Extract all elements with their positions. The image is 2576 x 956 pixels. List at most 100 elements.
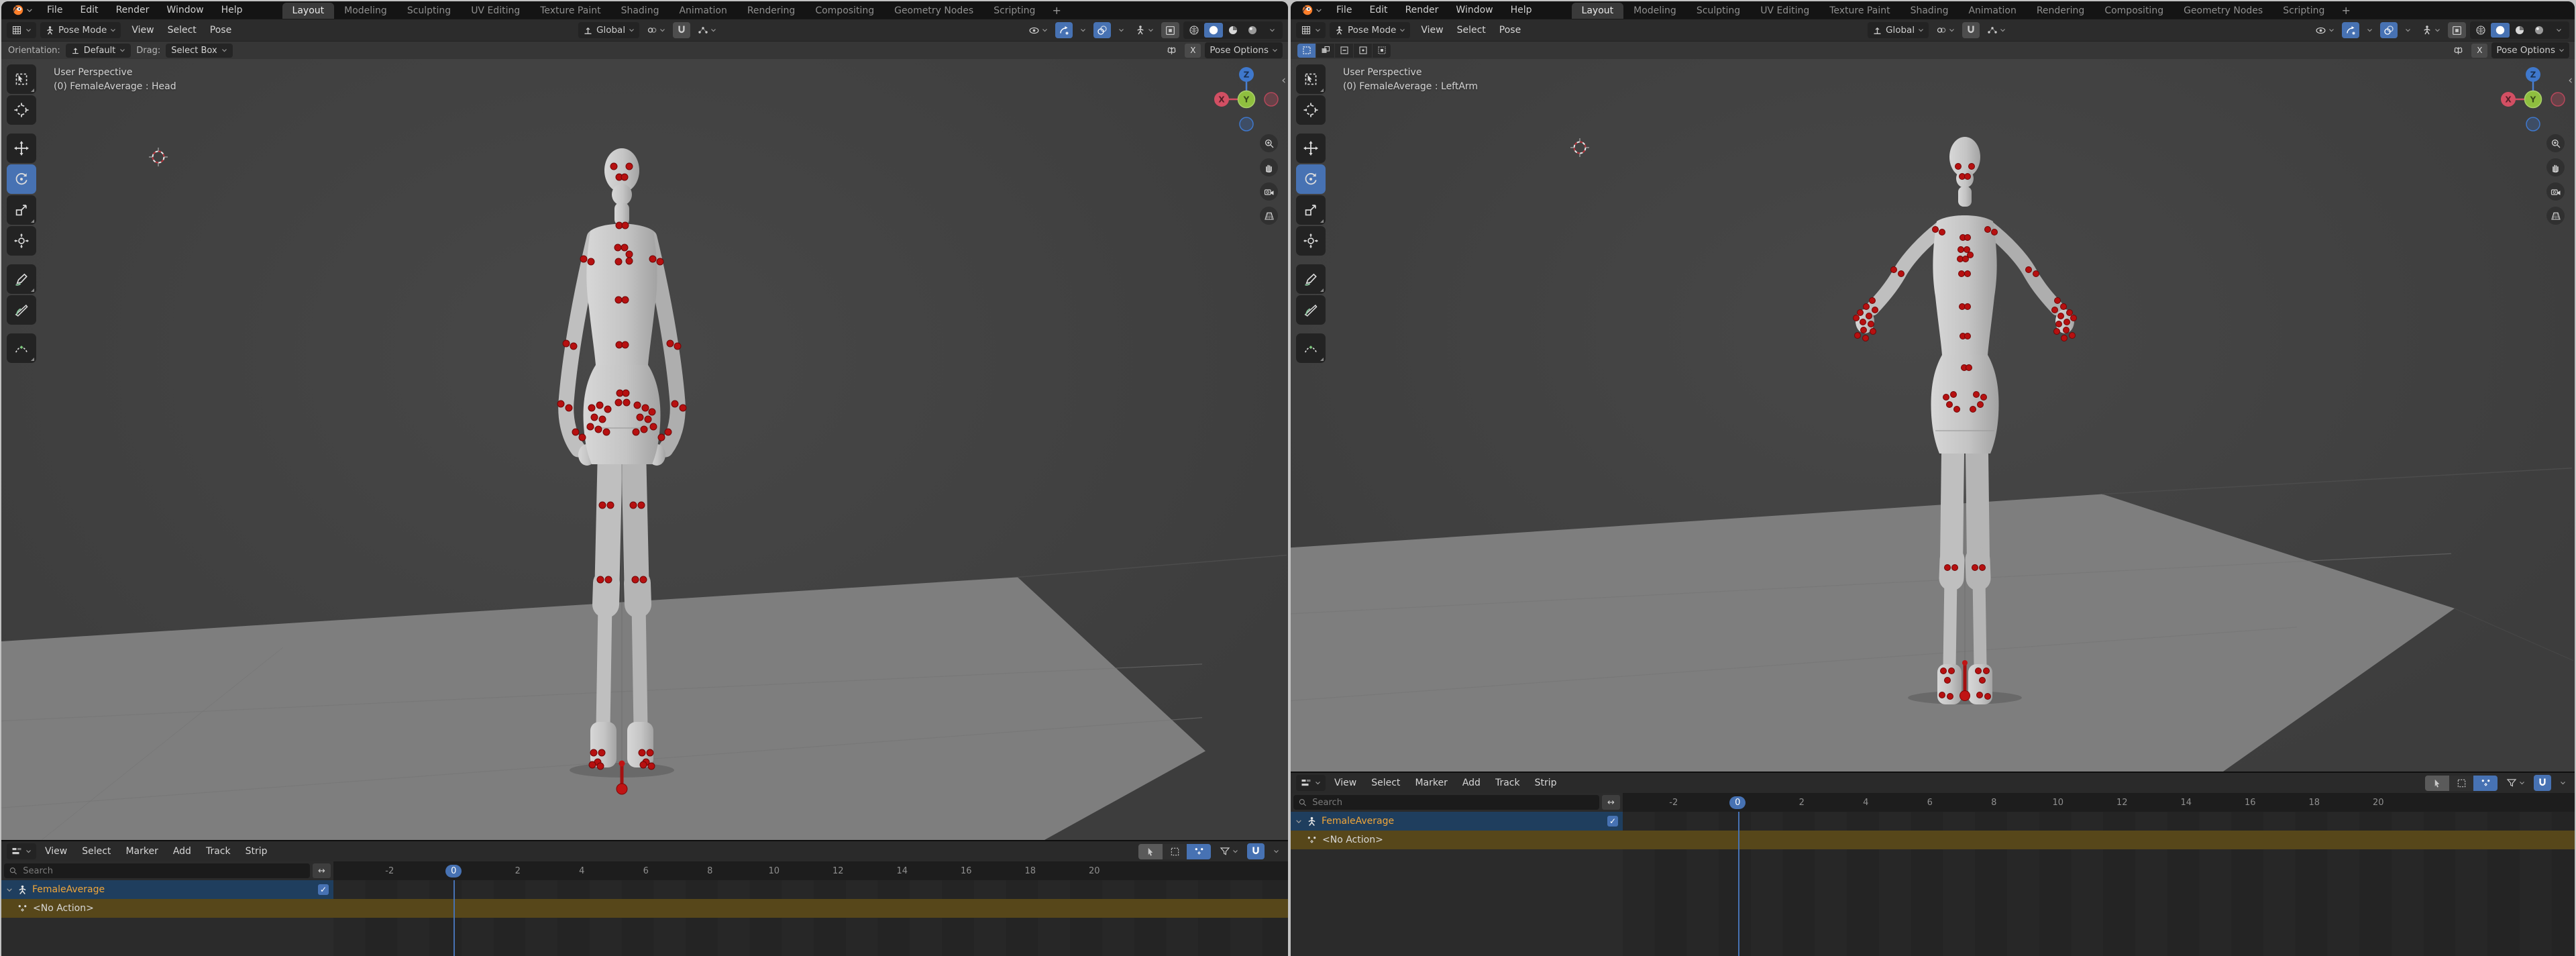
pose-options-dropdown[interactable]: Pose Options [1205, 42, 1283, 58]
search-field[interactable] [4, 863, 310, 878]
viewport-menu-item[interactable]: View [1414, 25, 1450, 36]
viewport-menu-item[interactable]: Pose [203, 25, 238, 36]
frame-ruler[interactable]: -202468101214161820 [1623, 793, 2575, 812]
shading-solid-button[interactable] [2491, 23, 2510, 38]
mode-select-dropdown[interactable]: Pose Mode [40, 22, 121, 38]
workspace-tab[interactable]: Rendering [737, 3, 806, 19]
track-checkbox[interactable]: ✓ [1607, 816, 1618, 827]
box-select-button[interactable] [2449, 776, 2473, 791]
box-select-button[interactable] [1163, 844, 1187, 859]
select-mode-intersect[interactable] [1373, 44, 1391, 58]
scale-tool[interactable] [1296, 195, 1326, 225]
snap-toggle-button[interactable] [1962, 22, 1980, 38]
tweak-select-button[interactable] [2425, 776, 2449, 791]
nla-menu-item[interactable]: Marker [1407, 778, 1454, 788]
channel-resize-button[interactable]: ↔ [313, 863, 331, 878]
cursor-tool[interactable] [1296, 95, 1326, 125]
menubar-item[interactable]: Help [1502, 1, 1541, 19]
camera-view-button[interactable] [2546, 182, 2565, 201]
blender-menu-button[interactable] [7, 4, 38, 16]
workspace-tab[interactable]: UV Editing [461, 3, 530, 19]
workspace-tab[interactable]: Scripting [983, 3, 1045, 19]
frame-ruler[interactable]: -202468101214161820 [333, 861, 1288, 880]
shading-material-button[interactable] [2510, 23, 2529, 38]
select-mode-extend[interactable] [1316, 44, 1334, 58]
drag-mode-dropdown[interactable]: Select Box [166, 44, 232, 58]
select-mode-new[interactable] [1297, 44, 1316, 58]
select-mode-subtract[interactable] [1335, 44, 1353, 58]
move-tool[interactable] [1296, 134, 1326, 163]
nla-editor-type-button[interactable] [1296, 775, 1326, 791]
filter-dropdown[interactable] [1216, 843, 1242, 859]
3d-viewport[interactable]: User Perspective (0) FemaleAverage : Lef… [1291, 59, 2575, 772]
gizmos-dropdown[interactable] [2363, 22, 2376, 38]
measure-tool[interactable] [7, 295, 36, 325]
sidebar-toggle-arrow[interactable]: ‹ [2568, 75, 2573, 87]
nla-menu-item[interactable]: Strip [238, 846, 275, 857]
show-overlays-toggle[interactable] [2380, 22, 2398, 38]
viewport-menu-item[interactable]: Select [161, 25, 203, 36]
menubar-item[interactable]: Edit [71, 1, 107, 19]
keyframe-view-button[interactable] [1187, 844, 1211, 859]
track-checkbox[interactable]: ✓ [318, 884, 329, 895]
x-axis-mirror-toggle[interactable] [1163, 42, 1181, 58]
pan-button[interactable] [2546, 158, 2565, 176]
toggle-xray-button[interactable] [1161, 22, 1179, 38]
viewport-menu-item[interactable]: View [125, 25, 160, 36]
search-input[interactable] [21, 865, 305, 877]
toggle-perspective-button[interactable] [1260, 207, 1278, 225]
workspace-tab[interactable]: Animation [1958, 3, 2026, 19]
transform-tool[interactable] [7, 226, 36, 256]
channel-resize-button[interactable]: ↔ [1602, 795, 1620, 810]
search-field[interactable] [1293, 795, 1599, 810]
mirror-x-button[interactable]: X [1185, 44, 1201, 58]
menubar-item[interactable]: File [38, 1, 71, 19]
nla-snap-toggle[interactable] [2534, 775, 2551, 791]
shading-material-button[interactable] [1224, 23, 1242, 38]
cursor-tool[interactable] [7, 95, 36, 125]
nla-menu-item[interactable]: View [1327, 778, 1364, 788]
nla-menu-item[interactable]: Add [1455, 778, 1488, 788]
select-box-tool[interactable] [1296, 64, 1326, 94]
workspace-tab[interactable]: Sculpting [1686, 3, 1750, 19]
select-box-tool[interactable] [7, 64, 36, 94]
annotate-tool[interactable] [1296, 264, 1326, 294]
playhead[interactable] [1738, 812, 1739, 956]
playhead[interactable] [453, 880, 455, 956]
tweak-select-button[interactable] [1138, 844, 1163, 859]
workspace-tab[interactable]: Layout [282, 3, 335, 19]
pan-button[interactable] [1260, 158, 1278, 176]
zoom-button[interactable] [1260, 134, 1278, 152]
workspace-tab[interactable]: Layout [1572, 3, 1624, 19]
menubar-item[interactable]: Window [158, 1, 212, 19]
nla-menu-item[interactable]: Track [199, 846, 238, 857]
pivot-point-dropdown[interactable] [643, 22, 669, 38]
nla-snap-dropdown[interactable] [1270, 843, 1283, 859]
rotate-tool[interactable] [7, 164, 36, 194]
nla-menu-item[interactable]: Add [166, 846, 199, 857]
search-input[interactable] [1311, 797, 1595, 808]
nla-menu-item[interactable]: Marker [118, 846, 165, 857]
expand-chevron-icon[interactable] [1295, 819, 1302, 824]
orientation-dropdown[interactable]: Default [66, 44, 131, 58]
mode-select-dropdown[interactable]: Pose Mode [1330, 22, 1410, 38]
menubar-item[interactable]: Edit [1360, 1, 1396, 19]
object-visibility-dropdown[interactable] [2312, 22, 2338, 38]
snap-target-dropdown[interactable] [1984, 22, 2009, 38]
workspace-tab[interactable]: Modeling [334, 3, 397, 19]
overlays-dropdown[interactable] [2402, 22, 2414, 38]
workspace-tab[interactable]: Geometry Nodes [2174, 3, 2273, 19]
menubar-item[interactable]: File [1328, 1, 1360, 19]
add-workspace-button[interactable]: + [1045, 4, 1067, 17]
shading-solid-button[interactable] [1204, 23, 1223, 38]
snap-toggle-button[interactable] [673, 22, 690, 38]
keyframe-view-button[interactable] [2473, 776, 2498, 791]
workspace-tab[interactable]: Compositing [805, 3, 884, 19]
gizmos-dropdown[interactable] [1077, 22, 1089, 38]
blender-menu-button[interactable] [1296, 4, 1328, 16]
3d-model-femaleaverage[interactable] [525, 137, 719, 798]
sidebar-toggle-arrow[interactable]: ‹ [1281, 75, 1286, 87]
workspace-tab[interactable]: Shading [1900, 3, 1959, 19]
workspace-tab[interactable]: Shading [611, 3, 669, 19]
shading-wireframe-button[interactable] [2471, 23, 2490, 38]
